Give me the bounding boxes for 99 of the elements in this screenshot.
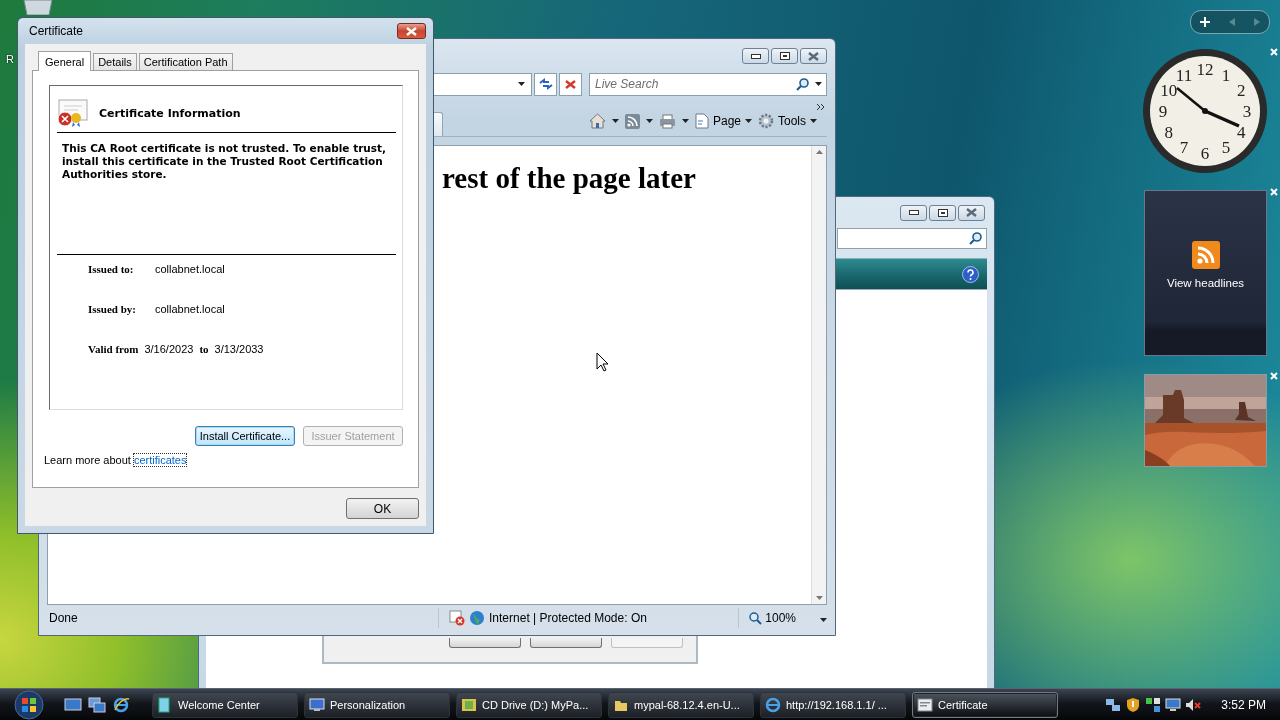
home-icon[interactable] bbox=[588, 113, 606, 129]
close-icon bbox=[406, 26, 417, 36]
recycle-bin-icon[interactable] bbox=[22, 0, 54, 15]
show-desktop-icon[interactable] bbox=[64, 697, 82, 713]
info-title: Certificate Information bbox=[99, 106, 241, 120]
feed-label: View headlines bbox=[1166, 277, 1245, 289]
window-icon bbox=[917, 697, 933, 713]
field-value: 3/16/2023 bbox=[144, 343, 194, 355]
dialog-button[interactable] bbox=[530, 638, 602, 648]
page-menu-button[interactable]: Page bbox=[694, 113, 752, 129]
field-value: collabnet.local bbox=[155, 263, 225, 275]
refresh-button[interactable] bbox=[534, 72, 557, 96]
certificate-icon bbox=[57, 98, 89, 128]
shield-icon[interactable] bbox=[1125, 697, 1142, 713]
field-label: Valid from bbox=[88, 343, 139, 355]
caret-icon[interactable] bbox=[810, 119, 817, 123]
ok-button[interactable]: OK bbox=[346, 498, 419, 519]
feed-icon bbox=[1191, 241, 1220, 269]
monitor-icon[interactable] bbox=[1165, 697, 1182, 713]
stop-button[interactable] bbox=[559, 72, 582, 96]
desktop-icon-label[interactable]: R bbox=[6, 53, 14, 65]
taskbar-button[interactable]: http://192.168.1.1/ ... bbox=[760, 692, 906, 718]
blocked-icon bbox=[449, 610, 465, 626]
close-button[interactable] bbox=[397, 23, 426, 39]
minimize-icon bbox=[908, 210, 919, 215]
network-icon[interactable] bbox=[1105, 697, 1122, 713]
cursor-icon bbox=[596, 352, 609, 372]
field-label: Issued by: bbox=[88, 303, 137, 315]
search-field[interactable]: Live Search bbox=[589, 72, 827, 96]
window-title: Certificate bbox=[29, 24, 84, 38]
taskbar-button[interactable]: Certificate bbox=[912, 692, 1058, 718]
minimize-icon bbox=[750, 53, 761, 59]
monitor-icon bbox=[309, 697, 325, 713]
caret-icon[interactable] bbox=[820, 618, 827, 622]
search-field[interactable] bbox=[837, 228, 987, 249]
caret-icon[interactable] bbox=[681, 119, 689, 123]
status-text: Done bbox=[48, 611, 79, 625]
field-label: Issued to: bbox=[88, 263, 135, 275]
search-icon bbox=[969, 232, 982, 245]
dialog-button[interactable] bbox=[449, 638, 521, 648]
refresh-icon bbox=[538, 78, 553, 90]
tools-menu-button[interactable]: Tools bbox=[758, 113, 817, 129]
minimize-button[interactable] bbox=[900, 204, 927, 221]
close-button[interactable] bbox=[958, 204, 985, 221]
caret-icon[interactable] bbox=[611, 119, 619, 123]
scrollbar[interactable] bbox=[811, 146, 826, 604]
caret-icon[interactable] bbox=[745, 119, 752, 123]
tab[interactable]: General bbox=[38, 51, 92, 71]
printer-icon[interactable] bbox=[658, 113, 676, 129]
taskbar-button[interactable]: Welcome Center bbox=[152, 692, 298, 718]
tab[interactable]: Certification Path bbox=[138, 53, 233, 70]
help-icon[interactable] bbox=[962, 265, 979, 283]
caret-icon[interactable] bbox=[518, 82, 525, 86]
caret-icon[interactable] bbox=[645, 119, 653, 123]
scroll-up-icon bbox=[815, 150, 823, 154]
field-value: 3/13/2033 bbox=[214, 343, 264, 355]
zoom-button[interactable]: 100% bbox=[749, 611, 796, 625]
analog-clock: 11 12 1 10 2 9 3 8 4 7 6 5 bbox=[1142, 48, 1268, 174]
close-button[interactable] bbox=[800, 48, 827, 64]
page-icon bbox=[694, 113, 709, 129]
add-icon[interactable] bbox=[1200, 17, 1211, 27]
globe-icon bbox=[469, 610, 485, 626]
clock-time: 3:52 PM bbox=[1221, 698, 1266, 712]
volume-muted-icon[interactable] bbox=[1185, 697, 1202, 713]
trust-message: This CA Root certificate is not trusted. To enable trust, install this certificate in the Trusted Root Certification Authorities store. bbox=[61, 141, 388, 182]
gear-icon bbox=[758, 113, 774, 129]
close-icon[interactable] bbox=[1270, 188, 1278, 196]
close-icon[interactable] bbox=[1270, 372, 1278, 380]
taskbar-button[interactable]: Personalization bbox=[304, 692, 450, 718]
taskbar-button[interactable]: CD Drive (D:) MyPa... bbox=[456, 692, 602, 718]
dialog-button[interactable]: Install Certificate... bbox=[195, 426, 295, 446]
maximize-icon bbox=[779, 52, 790, 60]
close-icon bbox=[565, 79, 576, 89]
security-zone-text: Internet | Protected Mode: On bbox=[489, 611, 647, 625]
field-value: collabnet.local bbox=[155, 303, 225, 315]
zoom-icon bbox=[749, 611, 763, 625]
browser-icon[interactable] bbox=[112, 697, 130, 713]
caret-icon[interactable] bbox=[815, 82, 822, 86]
certificates-link[interactable]: certificates bbox=[133, 454, 187, 466]
page-heading: rest of the page later bbox=[442, 162, 696, 195]
minimize-button[interactable] bbox=[742, 48, 769, 64]
learn-more-text: Learn more about bbox=[44, 454, 131, 466]
close-icon[interactable] bbox=[1270, 48, 1278, 56]
switch-windows-icon[interactable] bbox=[88, 697, 106, 713]
close-icon bbox=[808, 51, 819, 61]
browser-icon bbox=[765, 697, 781, 713]
maximize-button[interactable] bbox=[929, 204, 956, 221]
search-icon bbox=[796, 77, 809, 91]
feed-gadget[interactable]: View headlines bbox=[1144, 190, 1267, 356]
taskbar-button[interactable]: mypal-68.12.4.en-U... bbox=[608, 692, 754, 718]
close-icon bbox=[966, 208, 977, 217]
tab[interactable]: Details bbox=[93, 53, 137, 70]
scroll-down-icon bbox=[815, 596, 823, 600]
maximize-icon bbox=[937, 208, 948, 217]
chevron-icon[interactable] bbox=[817, 104, 825, 110]
field-label: to bbox=[199, 343, 209, 355]
document-icon bbox=[157, 697, 173, 713]
maximize-button[interactable] bbox=[771, 48, 798, 64]
feed-icon[interactable] bbox=[624, 113, 640, 129]
